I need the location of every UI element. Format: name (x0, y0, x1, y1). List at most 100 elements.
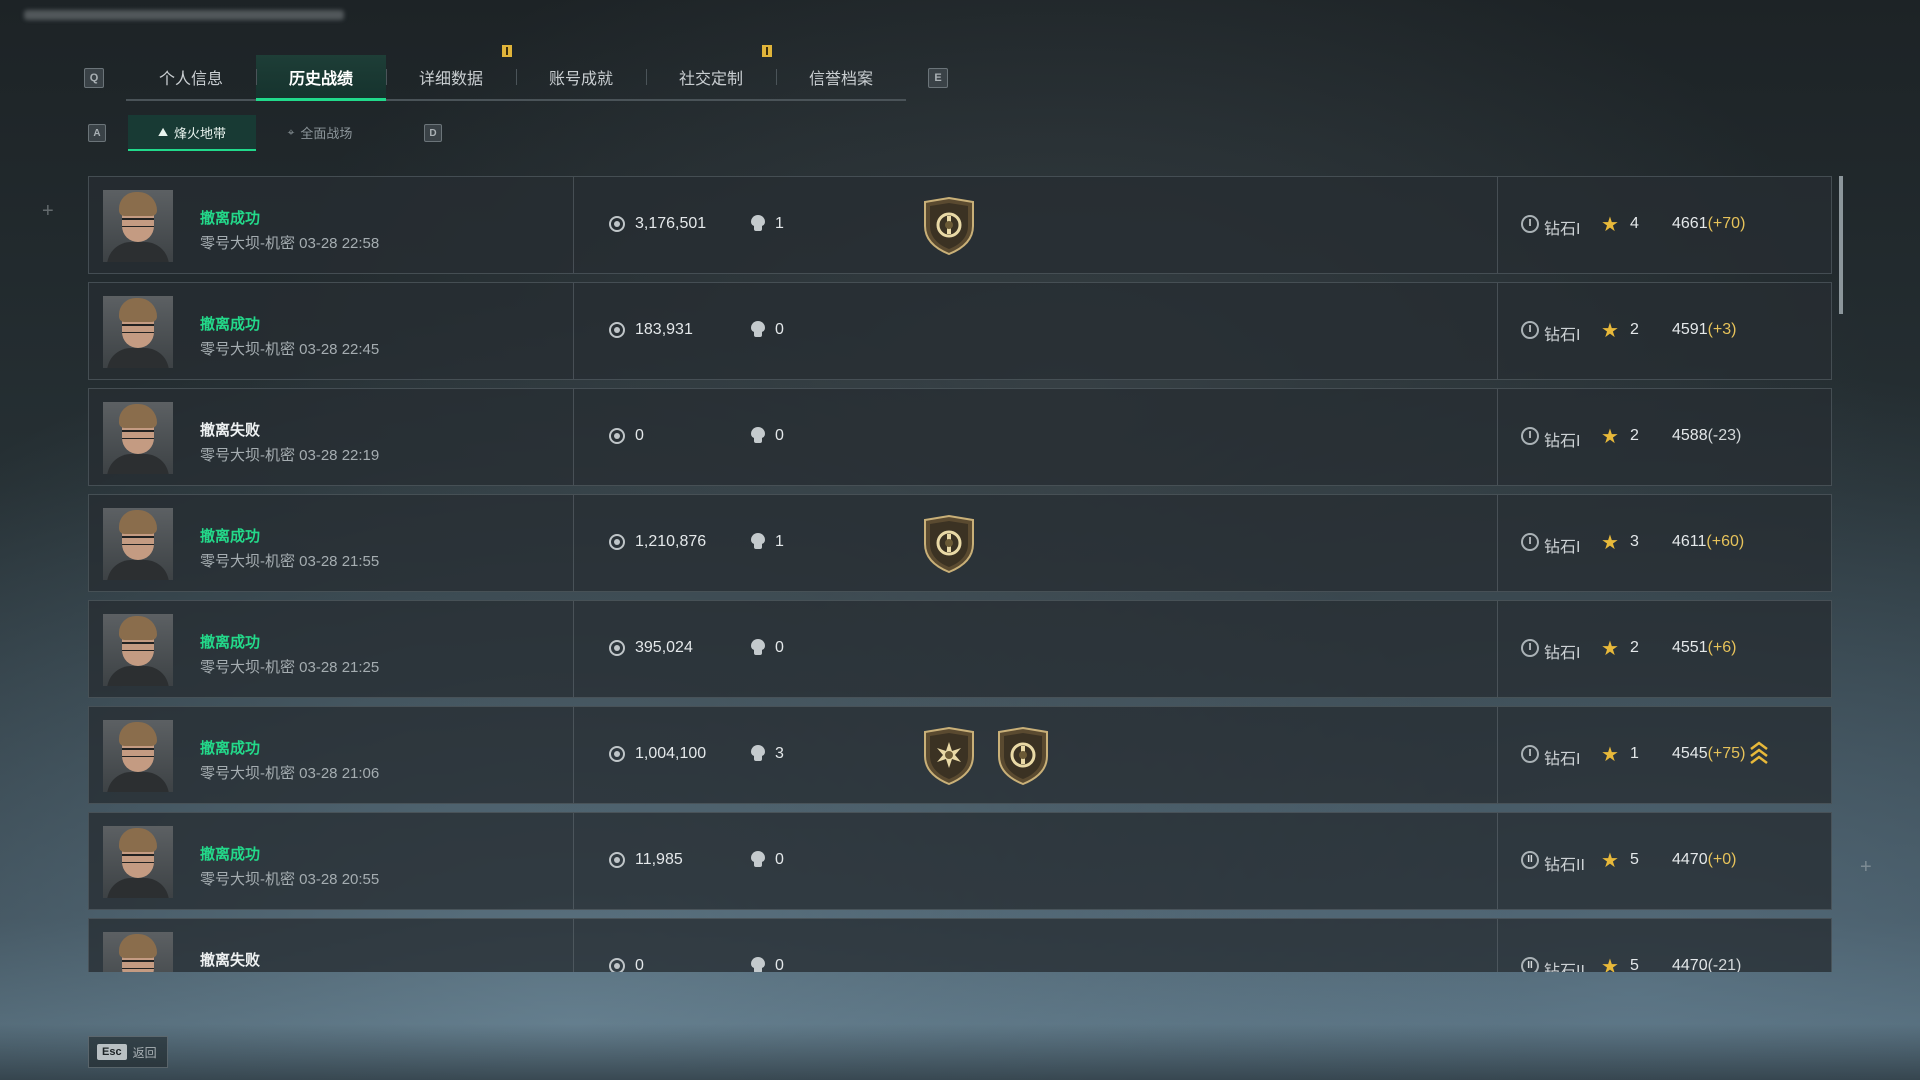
star-medal-icon[interactable] (921, 726, 977, 786)
loot-value: 11,985 (635, 851, 683, 868)
loot-value: 395,024 (635, 639, 693, 656)
skull-icon (751, 745, 765, 761)
score-delta: (-23) (1707, 427, 1742, 444)
match-record-row[interactable]: 撤离成功 零号大坝-机密 03-28 21:06 1,004,100 3 I 钻石I ★ 1 4… (88, 706, 1832, 804)
match-record-row[interactable]: 撤离成功 零号大坝-机密 03-28 22:58 3,176,501 1 I 钻石I ★ 4 4… (88, 176, 1832, 274)
tab-label: 详细数据 (418, 71, 483, 88)
tab-item[interactable]: 详细数据 (386, 45, 516, 99)
crosshair-icon: ⌖ (287, 124, 295, 139)
avatar-glasses (122, 960, 154, 969)
shield-medal-icon[interactable] (995, 726, 1051, 786)
score-delta: (+3) (1707, 321, 1737, 338)
extraction-status: 撤离失败 (200, 422, 261, 439)
avatar-glasses (122, 536, 154, 545)
column-divider (573, 177, 574, 273)
coin-icon (609, 746, 625, 762)
match-record-row[interactable]: 撤离成功 零号大坝-机密 03-28 21:55 1,210,876 1 I 钻石I ★ 3 4… (88, 494, 1832, 592)
rank-tier-icon: I (1521, 427, 1539, 445)
loot-value: 1,004,100 (635, 745, 707, 762)
avatar-body (107, 560, 169, 580)
decorative-plus-icon: + (1860, 856, 1872, 878)
esc-key-hint: Esc (97, 1044, 127, 1060)
star-icon: ★ (1601, 320, 1619, 342)
rank-up-chevrons-icon (1749, 741, 1769, 765)
column-divider (573, 707, 574, 803)
kill-count: 0 (775, 957, 784, 972)
shield-medal-icon[interactable] (921, 514, 977, 574)
scrollbar-thumb[interactable] (1839, 176, 1843, 314)
extraction-status: 撤离成功 (200, 528, 261, 545)
subtab-label: 全面战场 (300, 125, 353, 141)
map-and-time: 零号大坝-机密 03-28 21:06 (200, 765, 380, 782)
extraction-status: 撤离失败 (200, 952, 261, 969)
match-history-list[interactable]: 撤离成功 零号大坝-机密 03-28 22:58 3,176,501 1 I 钻石I ★ 4 4… (88, 176, 1832, 972)
bottom-bar (0, 1024, 1920, 1080)
rank-score: 4470(-21) (1650, 957, 1741, 972)
map-and-time: 零号大坝-机密 03-28 22:19 (200, 447, 380, 464)
rank-tier-icon: II (1521, 957, 1539, 972)
score-value: 4661 (1672, 215, 1708, 232)
shield-medal-icon[interactable] (921, 196, 977, 256)
match-record-row[interactable]: 撤离成功 零号大坝-机密 03-28 22:45 183,931 0 I 钻石I ★ 2 459… (88, 282, 1832, 380)
score-value: 4551 (1672, 639, 1708, 656)
column-divider (1497, 707, 1498, 803)
avatar-hair (119, 722, 157, 746)
tab-prev-key-hint[interactable]: Q (84, 68, 104, 88)
match-record-row[interactable]: 撤离成功 零号大坝-机密 03-28 20:55 11,985 0 II 钻石II ★ 5 44… (88, 812, 1832, 910)
avatar-hair (119, 404, 157, 428)
star-icon: ★ (1601, 744, 1619, 766)
new-flag-icon (502, 45, 512, 57)
loot-value: 0 (635, 957, 644, 972)
tab-item[interactable]: 个人信息 (126, 55, 256, 99)
tab-label: 历史战绩 (288, 71, 353, 88)
subtab-prev-key-hint[interactable]: A (88, 124, 106, 142)
score-delta: (+75) (1707, 745, 1746, 762)
avatar-hair (119, 828, 157, 852)
tab-item[interactable]: 社交定制 (646, 45, 776, 99)
avatar-body (107, 772, 169, 792)
rank-stars: 4 (1630, 215, 1639, 232)
subtab-item[interactable]: ⌖ 全面战场 (256, 115, 384, 149)
column-divider (573, 495, 574, 591)
column-divider (573, 283, 574, 379)
back-label: 返回 (132, 1045, 157, 1060)
column-divider (1497, 813, 1498, 909)
player-avatar (103, 932, 173, 972)
star-icon: ★ (1601, 214, 1619, 236)
map-and-time: 零号大坝-机密 03-28 22:58 (200, 235, 380, 252)
player-avatar (103, 296, 173, 368)
match-record-row[interactable]: 撤离成功 零号大坝-机密 03-28 21:25 395,024 0 I 钻石I ★ 2 455… (88, 600, 1832, 698)
loot-value: 183,931 (635, 321, 693, 338)
rank-tier-icon: I (1521, 745, 1539, 763)
rank-tier-icon: II (1521, 851, 1539, 869)
subtab-next-key-hint[interactable]: D (424, 124, 442, 142)
tab-item[interactable]: 信誉档案 (776, 55, 906, 99)
rank-score: 4611(+60) (1650, 533, 1744, 551)
rank-name: 钻石I (1544, 221, 1581, 238)
match-record-row[interactable]: 撤离失败 零号大坝-机密 03-28 22:19 0 0 I 钻石I ★ 2 4588(-23) (88, 388, 1832, 486)
kill-count: 1 (775, 215, 784, 232)
skull-icon (751, 533, 765, 549)
column-divider (1497, 283, 1498, 379)
column-divider (1497, 389, 1498, 485)
score-value: 4591 (1672, 321, 1708, 338)
extraction-status: 撤离成功 (200, 634, 261, 651)
coin-icon (609, 428, 625, 444)
avatar-hair (119, 298, 157, 322)
main-tabs: Q 个人信息 历史战绩 详细数据 账号成就 社交定制 信誉档案 E (84, 45, 948, 101)
tab-item[interactable]: 历史战绩 (256, 55, 386, 101)
extraction-status: 撤离成功 (200, 316, 261, 333)
match-record-row[interactable]: 撤离失败 0 0 II 钻石II ★ 5 4470(-21) (88, 918, 1832, 972)
rank-score: 4591(+3) (1650, 321, 1737, 339)
rank-score: 4545(+75) (1650, 745, 1745, 763)
player-avatar (103, 826, 173, 898)
rank-name: 钻石I (1544, 433, 1581, 450)
skull-icon (751, 639, 765, 655)
back-button[interactable]: Esc 返回 (88, 1036, 168, 1068)
tab-item[interactable]: 账号成就 (516, 55, 646, 99)
tab-next-key-hint[interactable]: E (928, 68, 948, 88)
skull-icon (751, 321, 765, 337)
column-divider (573, 389, 574, 485)
subtab-item[interactable]: ⛰ 烽火地带 (128, 115, 256, 151)
tab-bar: 个人信息 历史战绩 详细数据 账号成就 社交定制 信誉档案 (126, 45, 906, 101)
